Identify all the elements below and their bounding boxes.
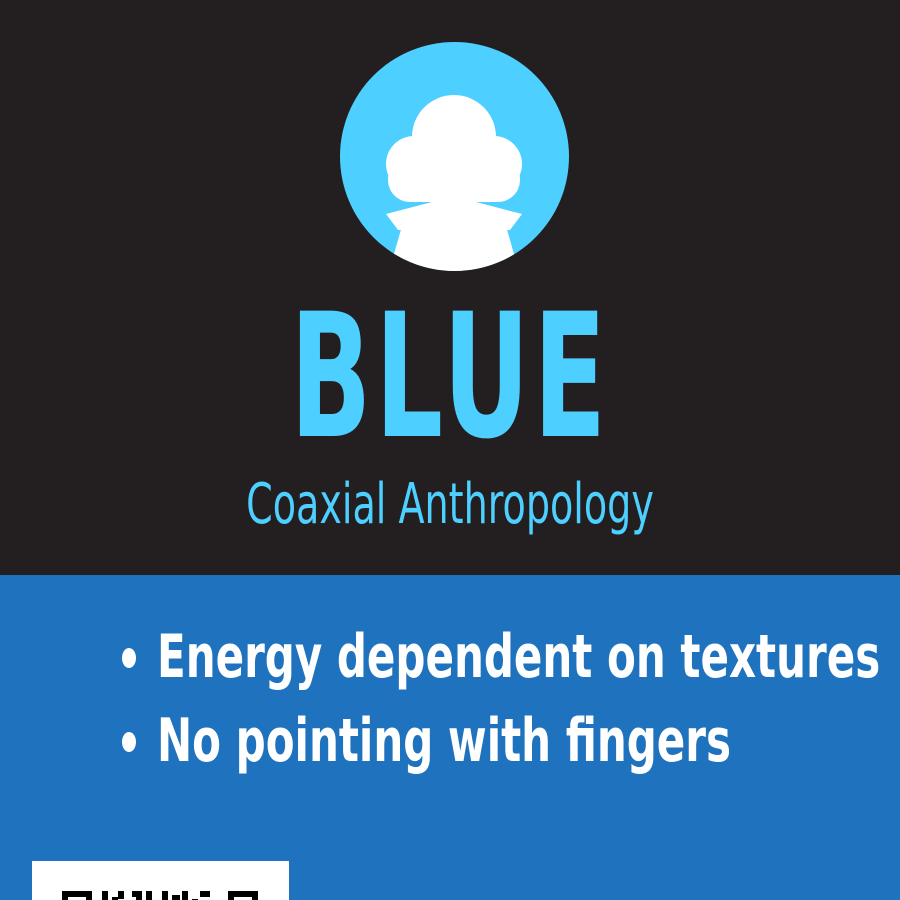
trait-text: Energy dependent on textures <box>157 622 881 692</box>
character-name: BLUE <box>290 276 610 477</box>
trait-item: Energy dependent on textures <box>37 615 880 699</box>
bullet-icon <box>122 648 136 668</box>
card-header: BLUE Coaxial Anthropology <box>0 0 900 575</box>
traits-panel: Energy dependent on textures No pointing… <box>0 575 900 900</box>
character-card: BLUE Coaxial Anthropology Energy depende… <box>0 0 900 900</box>
character-silhouette-icon <box>340 42 569 271</box>
traits-list: Energy dependent on textures No pointing… <box>0 615 900 783</box>
bullet-icon <box>122 732 136 752</box>
trait-text: No pointing with fingers <box>157 706 731 776</box>
trait-item: No pointing with fingers <box>37 699 731 783</box>
character-subtitle: Coaxial Anthropology <box>246 472 654 537</box>
qr-code-icon <box>32 861 289 900</box>
